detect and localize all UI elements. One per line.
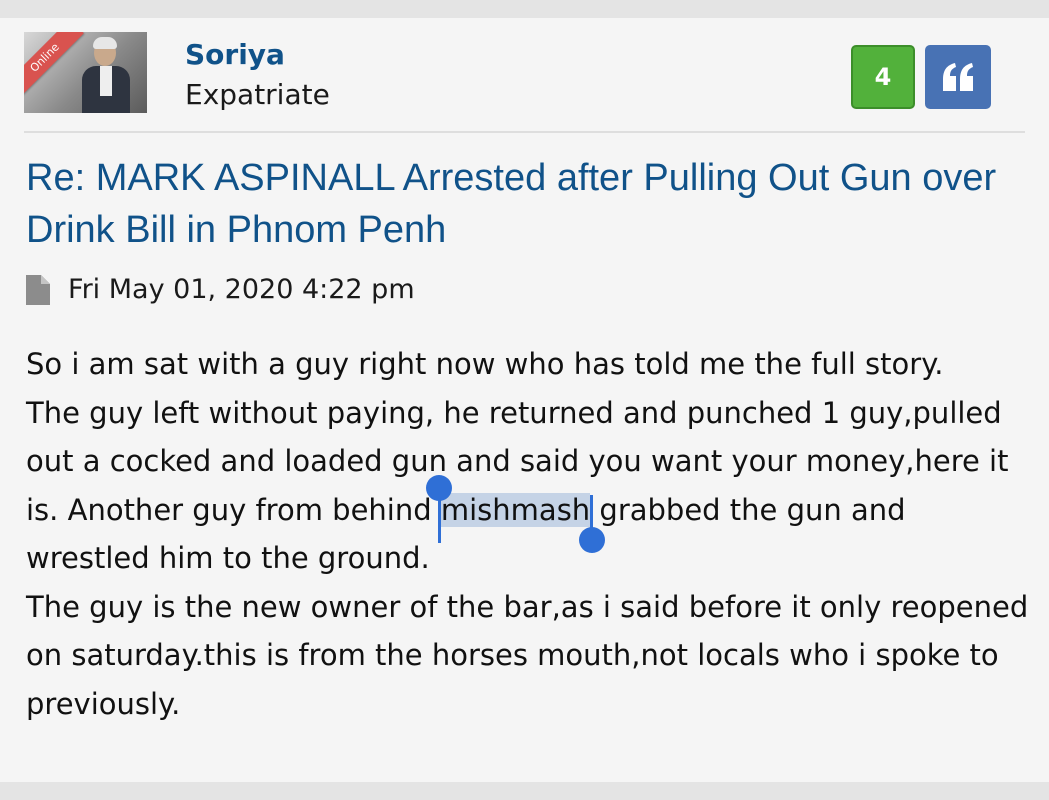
avatar-figure-hair — [93, 37, 117, 49]
selection-start-caret — [437, 498, 441, 543]
content-paragraph-2: The guy left without paying, he returned… — [26, 389, 1036, 583]
quote-icon — [943, 63, 973, 91]
content-paragraph-1: So i am sat with a guy right now who has… — [26, 347, 944, 381]
post-title[interactable]: Re: MARK ASPINALL Arrested after Pulling… — [26, 152, 1026, 256]
quote-button[interactable] — [925, 45, 991, 109]
avatar[interactable]: Online — [24, 32, 147, 113]
selection-start-handle[interactable] — [425, 474, 452, 501]
post-timestamp: Fri May 01, 2020 4:22 pm — [68, 274, 415, 305]
selected-text[interactable]: mishmash — [425, 474, 606, 553]
post-container: Online Soriya Expatriate 4 Re: MARK ASPI… — [0, 18, 1049, 782]
user-rank: Expatriate — [185, 78, 330, 111]
selection-end-handle[interactable] — [579, 526, 606, 553]
post-content: So i am sat with a guy right now who has… — [26, 340, 1036, 728]
post-meta: Fri May 01, 2020 4:22 pm — [26, 274, 415, 305]
document-icon — [26, 274, 50, 305]
username-link[interactable]: Soriya — [185, 38, 285, 71]
avatar-figure-shirt — [100, 66, 112, 96]
content-paragraph-3: The guy is the new owner of the bar,as i… — [26, 589, 1029, 721]
reaction-count-button[interactable]: 4 — [851, 45, 915, 109]
selected-word: mishmash — [440, 492, 591, 527]
header-divider — [24, 131, 1025, 133]
